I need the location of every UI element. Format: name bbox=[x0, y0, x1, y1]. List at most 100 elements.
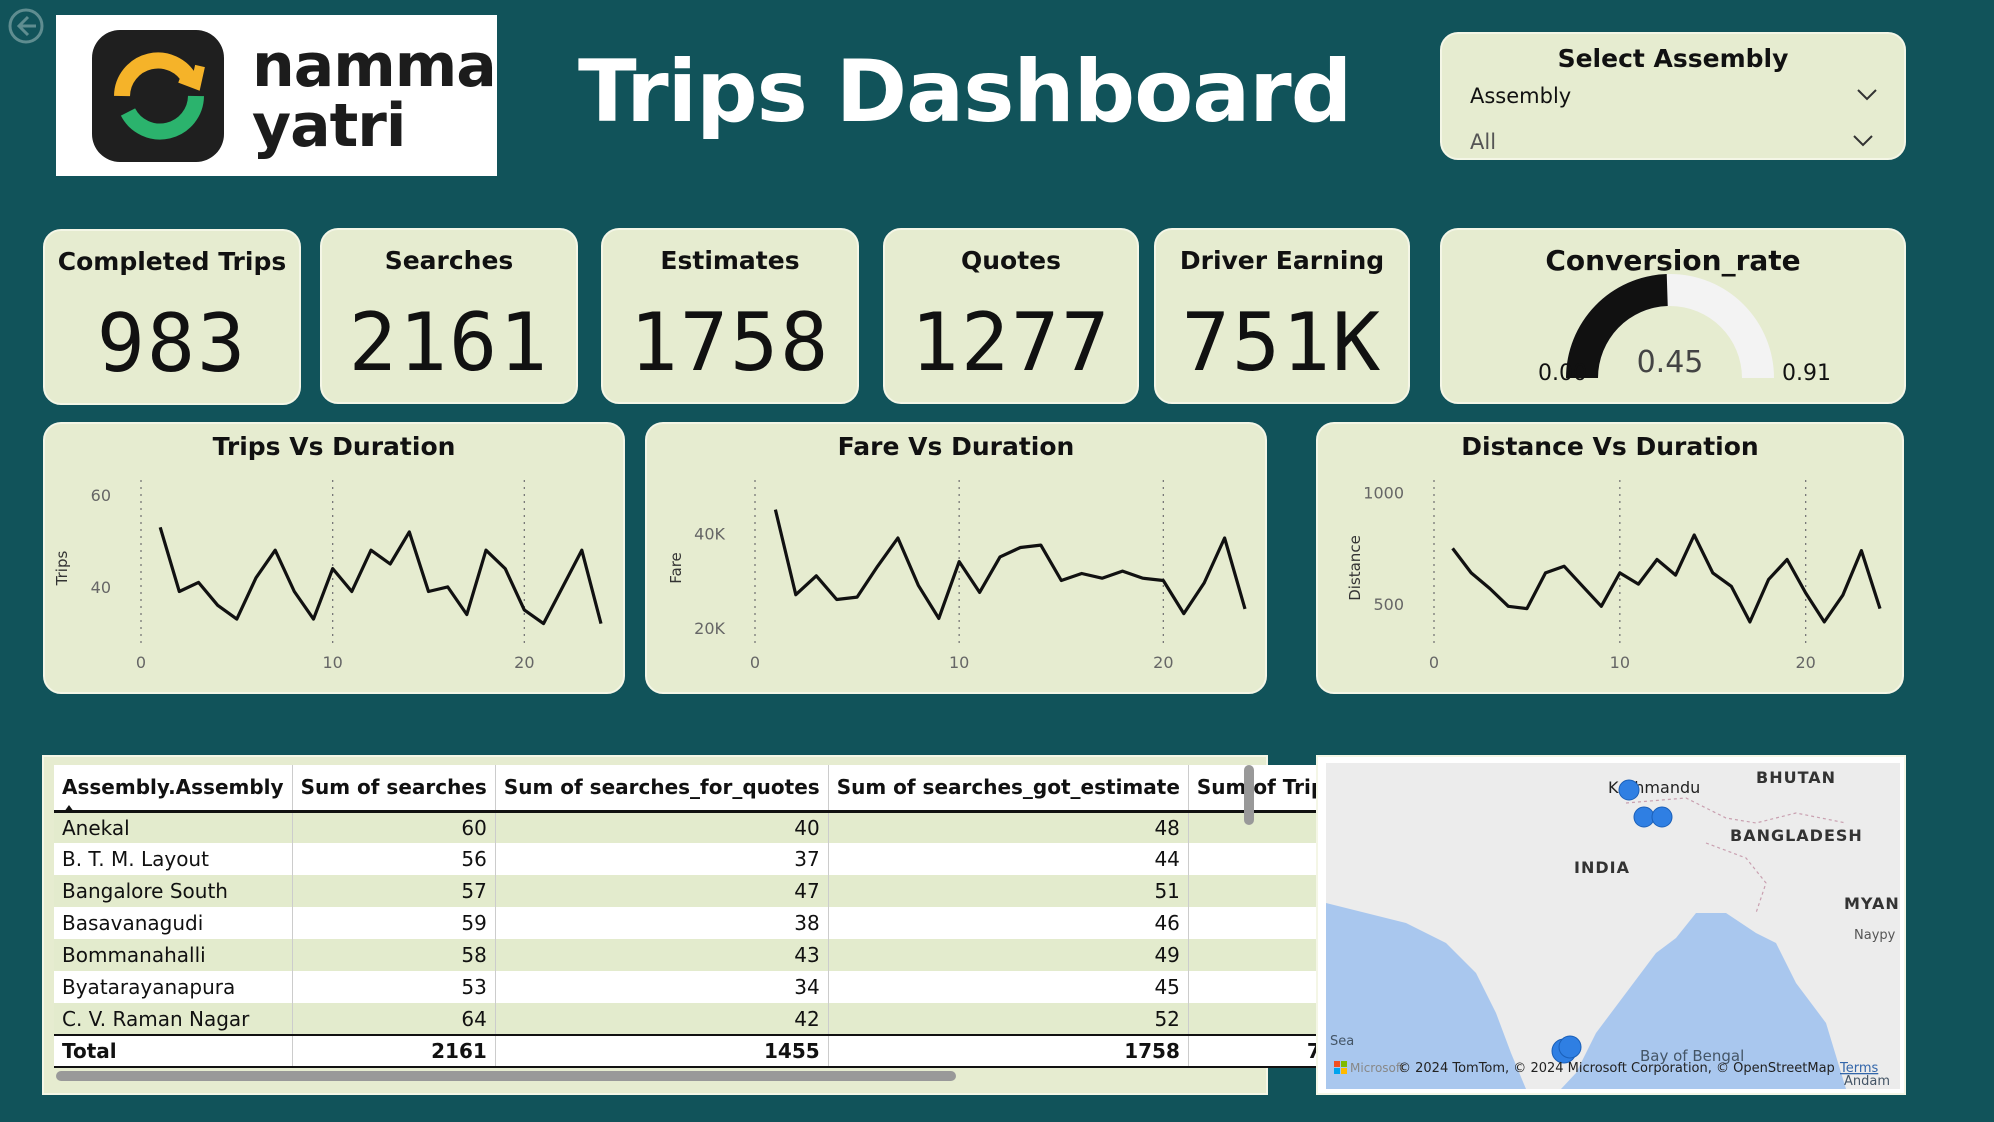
cell-searches-for-quotes: 37 bbox=[495, 843, 829, 875]
table-row[interactable]: Bommanahalli 58 43 49 19240 bbox=[54, 939, 1430, 971]
cell-searches-for-quotes: 43 bbox=[495, 939, 829, 971]
table-horizontal-scrollbar[interactable] bbox=[56, 1071, 956, 1081]
map-label-india: INDIA bbox=[1574, 858, 1630, 877]
map-bubble[interactable] bbox=[1558, 1035, 1582, 1059]
map-label-bhutan: BHUTAN bbox=[1756, 768, 1836, 787]
kpi-value: 2161 bbox=[348, 296, 550, 389]
map-terms-link[interactable]: Terms bbox=[1839, 1061, 1879, 1076]
x-tick-label: 20 bbox=[1795, 653, 1815, 672]
y-tick-label: 60 bbox=[91, 486, 111, 505]
gauge-min: 0.00 bbox=[1538, 361, 1587, 386]
cell-searches: 60 bbox=[292, 811, 496, 843]
y-tick-label: 500 bbox=[1373, 595, 1404, 614]
map-attribution: © 2024 TomTom, © 2024 Microsoft Corporat… bbox=[1398, 1061, 1835, 1076]
series-line bbox=[1451, 533, 1882, 624]
cell-searches-got-estimate: 49 bbox=[828, 939, 1189, 971]
y-tick-label: 40 bbox=[91, 578, 111, 597]
fare-vs-duration-chart: Fare Vs Duration 0 10 20 20K 40K Fare bbox=[645, 422, 1267, 694]
sort-ascending-icon[interactable] bbox=[64, 804, 74, 812]
namma-yatri-logo: namma yatri bbox=[56, 15, 497, 176]
y-tick-label: 20K bbox=[694, 619, 725, 638]
table-row[interactable]: Bangalore South 57 47 51 30295 bbox=[54, 875, 1430, 907]
slicer-title: Select Assembly bbox=[1557, 44, 1789, 73]
back-arrow-icon[interactable] bbox=[6, 6, 46, 46]
cell-searches-for-quotes: 47 bbox=[495, 875, 829, 907]
series-line bbox=[158, 526, 603, 626]
table-row[interactable]: Anekal 60 40 48 15884 bbox=[54, 811, 1430, 843]
assembly-table-card: Assembly.Assembly Sum of searches Sum of… bbox=[42, 755, 1430, 1095]
kpi-card-completed-trips: Completed Trips 983 bbox=[43, 229, 301, 405]
cell-searches: 56 bbox=[292, 843, 496, 875]
conversion-rate-gauge: 0.00 0.45 0.91 bbox=[1538, 274, 1831, 386]
trips-vs-duration-chart: Trips Vs Duration 0 10 20 40 60 Trips bbox=[43, 422, 625, 694]
map-label-sea: Sea bbox=[1330, 1034, 1354, 1049]
map-label-myanmar: MYAN bbox=[1844, 894, 1900, 913]
cell-searches-got-estimate: 51 bbox=[828, 875, 1189, 907]
kpi-card-quotes: Quotes 1277 bbox=[883, 228, 1139, 404]
x-tick-label: 0 bbox=[136, 653, 146, 672]
cell-searches-got-estimate: 44 bbox=[828, 843, 1189, 875]
x-tick-label: 20 bbox=[514, 653, 534, 672]
kpi-value: 1758 bbox=[629, 296, 831, 389]
y-axis-label: Distance bbox=[1346, 535, 1364, 601]
cell-assembly: Anekal bbox=[54, 811, 293, 843]
column-header-searches-got-estimate[interactable]: Sum of searches_got_estimate bbox=[828, 765, 1189, 813]
cell-assembly: Byatarayanapura bbox=[54, 971, 293, 1003]
table-row[interactable]: Byatarayanapura 53 34 45 17463 bbox=[54, 971, 1430, 1003]
kpi-value: 983 bbox=[96, 297, 248, 390]
x-tick-label: 10 bbox=[1610, 653, 1630, 672]
y-tick-label: 1000 bbox=[1363, 484, 1404, 503]
logo-wordmark: namma yatri bbox=[252, 30, 497, 161]
chevron-down-icon[interactable] bbox=[1856, 88, 1878, 102]
x-tick-label: 0 bbox=[1429, 653, 1439, 672]
map-canvas[interactable]: BHUTAN BANGLADESH INDIA MYAN Kathmandu N… bbox=[1326, 763, 1900, 1089]
total-label: Total bbox=[54, 1034, 293, 1068]
cell-assembly: Bommanahalli bbox=[54, 939, 293, 971]
fare-line-chart-svg: 0 10 20 20K 40K Fare bbox=[667, 480, 1247, 672]
slicer-field-label[interactable]: Assembly bbox=[1470, 84, 1571, 108]
cell-searches-for-quotes: 40 bbox=[495, 811, 829, 843]
table-row[interactable]: B. T. M. Layout 56 37 44 21334 bbox=[54, 843, 1430, 875]
x-tick-label: 0 bbox=[750, 653, 760, 672]
x-tick-label: 10 bbox=[949, 653, 969, 672]
cell-searches: 59 bbox=[292, 907, 496, 939]
map-visual[interactable]: BHUTAN BANGLADESH INDIA MYAN Kathmandu N… bbox=[1316, 755, 1906, 1095]
cell-searches-for-quotes: 42 bbox=[495, 1003, 829, 1035]
table-total-row: Total 2161 1455 1758 751343 bbox=[54, 1034, 1430, 1068]
y-axis-label: Trips bbox=[53, 551, 71, 587]
cell-assembly: Bangalore South bbox=[54, 875, 293, 907]
logo-line-1: namma bbox=[252, 30, 497, 101]
column-header-assembly[interactable]: Assembly.Assembly bbox=[54, 765, 293, 813]
chevron-down-icon[interactable] bbox=[1852, 134, 1874, 148]
kpi-card-estimates: Estimates 1758 bbox=[601, 228, 859, 404]
map-bubble[interactable] bbox=[1633, 806, 1655, 828]
kpi-card-driver-earning: Driver Earning 751K bbox=[1154, 228, 1410, 404]
column-header-searches[interactable]: Sum of searches bbox=[292, 765, 496, 813]
map-bubble[interactable] bbox=[1651, 806, 1673, 828]
conversion-rate-gauge-card: Conversion_rate 0.00 0.45 0.91 bbox=[1440, 228, 1906, 404]
kpi-value: 1277 bbox=[910, 296, 1112, 389]
cell-searches-got-estimate: 45 bbox=[828, 971, 1189, 1003]
kpi-label: Driver Earning bbox=[1179, 246, 1385, 275]
slicer-dropdown-value[interactable]: All bbox=[1470, 130, 1496, 154]
cell-searches: 57 bbox=[292, 875, 496, 907]
column-header-searches-for-quotes[interactable]: Sum of searches_for_quotes bbox=[495, 765, 829, 813]
table-row[interactable]: C. V. Raman Nagar 64 42 52 13755 bbox=[54, 1003, 1430, 1035]
table-row[interactable]: Basavanagudi 59 38 46 18948 bbox=[54, 907, 1430, 939]
distance-line-chart-svg: 0 10 20 500 1000 Distance bbox=[1346, 480, 1882, 672]
kpi-label: Completed Trips bbox=[57, 247, 287, 276]
table-vertical-scrollbar[interactable] bbox=[1244, 765, 1254, 825]
x-tick-label: 20 bbox=[1153, 653, 1173, 672]
cell-searches-got-estimate: 46 bbox=[828, 907, 1189, 939]
distance-vs-duration-chart: Distance Vs Duration 0 10 20 500 1000 Distanc… bbox=[1316, 422, 1904, 694]
cell-assembly: C. V. Raman Nagar bbox=[54, 1003, 293, 1035]
page-title: Trips Dashboard bbox=[578, 42, 1352, 142]
total-searches: 2161 bbox=[292, 1034, 496, 1068]
kpi-card-searches: Searches 2161 bbox=[320, 228, 578, 404]
logo-line-2: yatri bbox=[252, 90, 406, 161]
map-bubble[interactable] bbox=[1618, 779, 1640, 801]
map-label-andaman: Andam bbox=[1844, 1074, 1890, 1089]
gauge-value: 0.45 bbox=[1637, 345, 1704, 380]
cell-searches-got-estimate: 52 bbox=[828, 1003, 1189, 1035]
assembly-slicer[interactable]: Select Assembly Assembly All bbox=[1440, 32, 1906, 160]
